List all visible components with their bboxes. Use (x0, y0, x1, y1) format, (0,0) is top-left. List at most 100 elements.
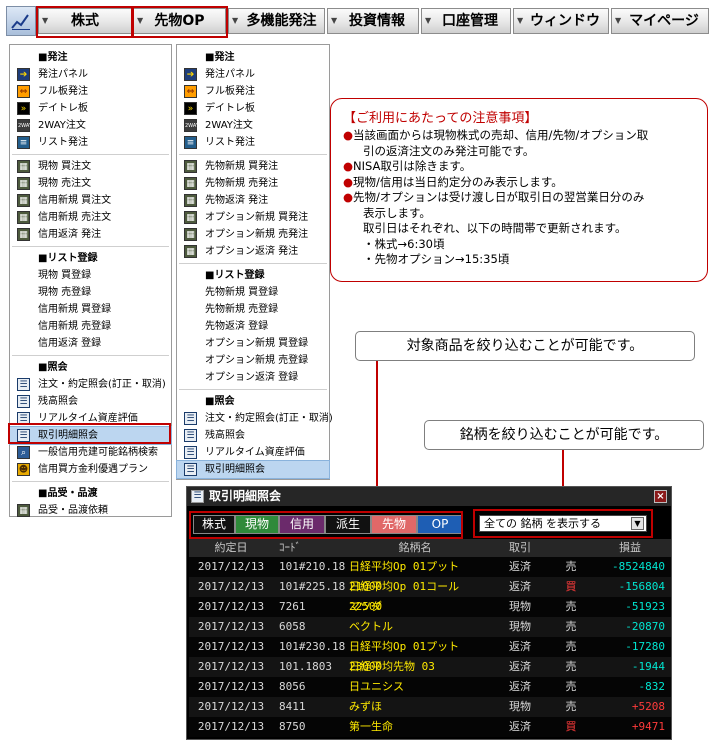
menu-item-futures-sell[interactable]: ▦ 先物新規 売発注 (177, 175, 329, 192)
notice-line: 表示します。 (363, 205, 431, 220)
table-row[interactable]: 2017/12/13 8411 みずほ 現物 売 +5208 (189, 697, 671, 717)
cell-code: 7261 (279, 600, 306, 613)
cell-name: 日経平均Op 01プット23000 (349, 640, 460, 673)
menu-item-label: 2WAY注文 (205, 120, 253, 131)
divider (12, 481, 169, 482)
cell-pnl: -51923 (625, 600, 665, 613)
cell-code: 6058 (279, 620, 306, 633)
divider (179, 263, 327, 264)
menu-item-list-margin-sell[interactable]: 信用新規 売登録 (10, 318, 171, 335)
menu-item-order-inquiry[interactable]: ☰ 注文・約定照会(訂正・取消) (10, 376, 171, 393)
table-row[interactable]: 2017/12/13 101.1803 日経平均先物 03 返済 売 -1944 (189, 657, 671, 677)
menu-item-label: 信用新規 売登録 (38, 321, 112, 332)
table-row[interactable]: 2017/12/13 101#225.18 日経平均Op 01コール22500 返済 買… (189, 577, 671, 613)
menu-item-list-futures-buy[interactable]: 先物新規 買登録 (177, 284, 329, 301)
menu-item-list-futures-sell[interactable]: 先物新規 売登録 (177, 301, 329, 318)
menu-item-list-option-close[interactable]: オプション返済 登録 (177, 369, 329, 386)
menu-item-daytrade-board[interactable]: » デイトレ板 (177, 100, 329, 117)
menu-item-2way[interactable]: 2WAY 2WAY注文 (10, 117, 171, 134)
document-icon: ☰ (184, 429, 197, 442)
col-code[interactable]: ｺｰﾄﾞ (273, 539, 343, 557)
notice-title: 【ご利用にあたっての注意事項】 (343, 111, 538, 126)
menu-item-label: 信用新規 買登録 (38, 304, 112, 315)
menu-item-margin-sell[interactable]: ▦ 信用新規 売注文 (10, 209, 171, 226)
menu-item-label: 先物新規 売登録 (205, 304, 279, 315)
menu-item-list-order[interactable]: ≡ リスト発注 (10, 134, 171, 151)
trade-details-window: ☰ 取引明細照会 × 株式 現物 信用 派生 先物 OP 全ての 銘柄 を表示す… (186, 486, 672, 740)
menu-multi-order[interactable]: ▼ 多機能発注 (228, 8, 325, 34)
menu-investment-info[interactable]: ▼ 投資情報 (327, 8, 419, 34)
menu-mypage[interactable]: ▼ マイページ (611, 8, 709, 34)
menu-window[interactable]: ▼ ウィンドウ (513, 8, 609, 34)
menu-item-daytrade-board[interactable]: » デイトレ板 (10, 100, 171, 117)
menu-item-list-margin-buy[interactable]: 信用新規 買登録 (10, 301, 171, 318)
menu-item-option-buy[interactable]: ▦ オプション新規 買発注 (177, 209, 329, 226)
cell-trade: 返済 (509, 720, 531, 733)
menu-item-realtime-assets[interactable]: ☰ リアルタイム資産評価 (177, 444, 329, 461)
menu-item-list-option-buy[interactable]: オプション新規 買登録 (177, 335, 329, 352)
chart-logo-icon[interactable] (6, 6, 36, 36)
highlight-stocks-menu (36, 6, 134, 38)
menu-item-label: 現物 買注文 (38, 161, 92, 172)
menu-item-list-margin-close[interactable]: 信用返済 登録 (10, 335, 171, 352)
document-icon: ☰ (17, 395, 30, 408)
menu-item-label: 信用返済 発注 (38, 229, 102, 240)
arrow-icon: ➔ (17, 68, 30, 81)
close-icon[interactable]: × (654, 490, 667, 503)
menu-item-balance[interactable]: ☰ 残高照会 (10, 393, 171, 410)
menu-account[interactable]: ▼ 口座管理 (421, 8, 511, 34)
menu-item-margin-buy[interactable]: ▦ 信用新規 買注文 (10, 192, 171, 209)
col-trade[interactable]: 取引 (487, 539, 553, 557)
cell-name: ベクトル (349, 620, 393, 633)
menu-item-futures-close[interactable]: ▦ 先物返済 発注 (177, 192, 329, 209)
cell-name: マツダ (349, 600, 382, 613)
menu-item-futures-buy[interactable]: ▦ 先物新規 買発注 (177, 158, 329, 175)
cell-trade: 返済 (509, 560, 531, 573)
cell-name: 日経平均先物 03 (349, 660, 435, 673)
menu-item-list-futures-close[interactable]: 先物返済 登録 (177, 318, 329, 335)
table-row[interactable]: 2017/12/13 8750 第一生命 返済 買 +9471 (189, 717, 671, 737)
menu-item-order-panel[interactable]: ➔ 発注パネル (10, 66, 171, 83)
menu-item-interest-plan[interactable]: ☻ 信用買方金利優遇プラン (10, 461, 171, 478)
menu-item-label: 先物新規 買登録 (205, 287, 279, 298)
window-title-bar[interactable]: ☰ 取引明細照会 × (187, 487, 671, 506)
table-row[interactable]: 2017/12/13 7261 マツダ 現物 売 -51923 (189, 597, 671, 617)
menu-item-2way[interactable]: 2WAY 2WAY注文 (177, 117, 329, 134)
menu-item-balance[interactable]: ☰ 残高照会 (177, 427, 329, 444)
table-row[interactable]: 2017/12/13 101#210.18 日経平均Op 01プット21000 返済 売… (189, 557, 671, 593)
col-pnl[interactable]: 損益 (589, 539, 671, 557)
table-header: 約定日 ｺｰﾄﾞ 銘柄名 取引 損益 (189, 539, 671, 557)
menu-item-order-panel[interactable]: ➔ 発注パネル (177, 66, 329, 83)
menu-item-margin-close[interactable]: ▦ 信用返済 発注 (10, 226, 171, 243)
menu-item-order-inquiry[interactable]: ☰ 注文・約定照会(訂正・取消) (177, 410, 333, 427)
menu-item-cash-buy[interactable]: ▦ 現物 買注文 (10, 158, 171, 175)
col-side[interactable] (553, 539, 589, 557)
menu-item-label: 残高照会 (205, 430, 245, 441)
menu-item-list-cash-buy[interactable]: 現物 買登録 (10, 267, 171, 284)
menu-item-cash-sell[interactable]: ▦ 現物 売注文 (10, 175, 171, 192)
col-date[interactable]: 約定日 (189, 539, 273, 557)
menu-item-short-search[interactable]: ⌕ 一般信用売建可能銘柄検索 (10, 444, 171, 461)
menu-item-option-sell[interactable]: ▦ オプション新規 売発注 (177, 226, 329, 243)
cell-name: 日経平均Op 01コール22500 (349, 580, 460, 613)
cell-code: 8750 (279, 720, 306, 733)
menu-item-list-order[interactable]: ≡ リスト発注 (177, 134, 329, 151)
table-row[interactable]: 2017/12/13 8056 日ユニシス 返済 売 -832 (189, 677, 671, 697)
cell-pnl: +9471 (631, 720, 665, 733)
order-grid-icon: ▦ (17, 160, 30, 173)
menu-item-label: 信用新規 買注文 (38, 195, 112, 206)
divider (12, 355, 169, 356)
menu-item-list-cash-sell[interactable]: 現物 売登録 (10, 284, 171, 301)
menu-item-lending-request[interactable]: ▦ 品受・品渡依頼 (10, 502, 171, 519)
menu-item-trade-details[interactable]: ☰ 取引明細照会 (176, 460, 330, 479)
cell-pnl: -8524840 (612, 560, 665, 573)
menu-item-option-close[interactable]: ▦ オプション返済 発注 (177, 243, 329, 260)
menu-item-list-option-sell[interactable]: オプション新規 売登録 (177, 352, 329, 369)
cell-name: 日ユニシス (349, 680, 404, 693)
table-row[interactable]: 2017/12/13 101#230.18 日経平均Op 01プット23000 返済売… (189, 637, 671, 673)
cell-trade: 現物 (509, 600, 531, 613)
col-name[interactable]: 銘柄名 (343, 539, 487, 557)
table-row[interactable]: 2017/12/13 6058 ベクトル 現物 売 -20870 (189, 617, 671, 637)
menu-item-full-board[interactable]: ⇔ フル板発注 (177, 83, 329, 100)
menu-item-full-board[interactable]: ⇔ フル板発注 (10, 83, 171, 100)
